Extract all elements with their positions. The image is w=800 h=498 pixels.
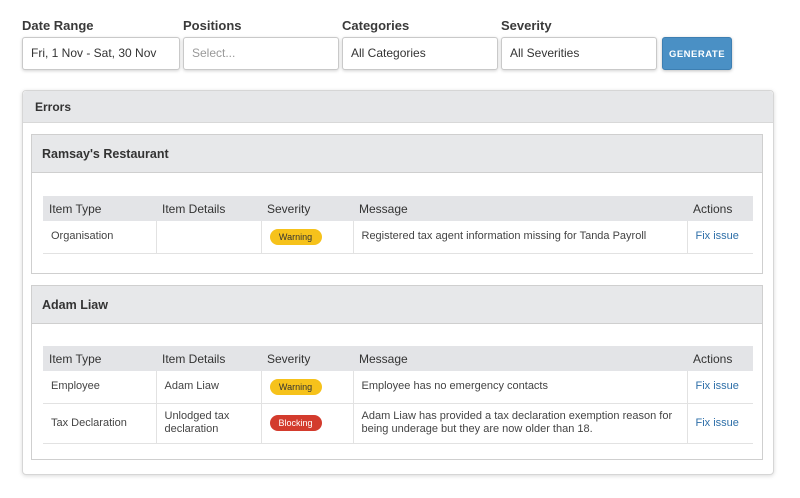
cell-severity: Warning [260, 371, 353, 404]
cell-actions: Fix issue [686, 221, 753, 254]
table-header-row: Item Type Item Details Severity Message … [43, 196, 753, 221]
cell-item-type: Organisation [43, 221, 156, 254]
column-header-item-type: Item Type [43, 346, 156, 371]
column-header-actions: Actions [687, 196, 753, 221]
errors-panel-title: Errors [23, 91, 773, 123]
positions-select[interactable]: Select... [183, 37, 339, 70]
table-row: Organisation Warning Registered tax agen… [43, 221, 753, 254]
error-group-ramsays-restaurant: Ramsay's Restaurant Item Type Item Detai… [31, 134, 763, 274]
fix-issue-link[interactable]: Fix issue [696, 230, 739, 242]
errors-table: Item Type Item Details Severity Message … [43, 346, 753, 444]
column-header-item-details: Item Details [156, 196, 261, 221]
severity-badge: Blocking [269, 415, 322, 431]
table-header-row: Item Type Item Details Severity Message … [43, 346, 753, 371]
severity-label: Severity [501, 18, 552, 33]
generate-button[interactable]: GENERATE [662, 37, 732, 70]
fix-issue-link[interactable]: Fix issue [696, 380, 739, 392]
cell-item-type: Tax Declaration [43, 403, 156, 444]
severity-select[interactable]: All Severities [501, 37, 657, 70]
column-header-message: Message [353, 346, 687, 371]
severity-badge: Warning [269, 228, 322, 245]
column-header-item-details: Item Details [156, 346, 261, 371]
column-header-message: Message [353, 196, 687, 221]
date-range-picker[interactable]: Fri, 1 Nov - Sat, 30 Nov [22, 37, 180, 70]
error-group-adam-liaw: Adam Liaw Item Type Item Details Severit… [31, 285, 763, 460]
categories-label: Categories [342, 18, 410, 33]
cell-actions: Fix issue [686, 371, 753, 404]
cell-message: Employee has no emergency contacts [352, 371, 687, 404]
cell-item-details: Adam Liaw [155, 371, 261, 404]
positions-label: Positions [183, 18, 242, 33]
fix-issue-link[interactable]: Fix issue [696, 417, 739, 429]
report-filters: Date Range Fri, 1 Nov - Sat, 30 Nov Posi… [22, 18, 742, 74]
cell-message: Adam Liaw has provided a tax declaration… [352, 403, 687, 444]
group-title: Adam Liaw [32, 286, 762, 324]
column-header-severity: Severity [261, 346, 353, 371]
column-header-severity: Severity [261, 196, 353, 221]
cell-item-details: Unlodged tax declaration [155, 403, 261, 444]
categories-select[interactable]: All Categories [342, 37, 498, 70]
cell-item-type: Employee [43, 371, 156, 404]
cell-severity: Warning [260, 221, 353, 254]
cell-actions: Fix issue [686, 403, 753, 444]
table-row: Employee Adam Liaw Warning Employee has … [43, 371, 753, 404]
table-row: Tax Declaration Unlodged tax declaration… [43, 403, 753, 444]
cell-item-details [155, 221, 261, 254]
column-header-actions: Actions [687, 346, 753, 371]
cell-severity: Blocking [260, 403, 353, 444]
date-range-label: Date Range [22, 18, 94, 33]
errors-panel: Errors Ramsay's Restaurant Item Type Ite… [22, 90, 774, 475]
severity-badge: Warning [269, 378, 322, 395]
group-title: Ramsay's Restaurant [32, 135, 762, 173]
errors-table: Item Type Item Details Severity Message … [43, 196, 753, 254]
cell-message: Registered tax agent information missing… [352, 221, 687, 254]
column-header-item-type: Item Type [43, 196, 156, 221]
